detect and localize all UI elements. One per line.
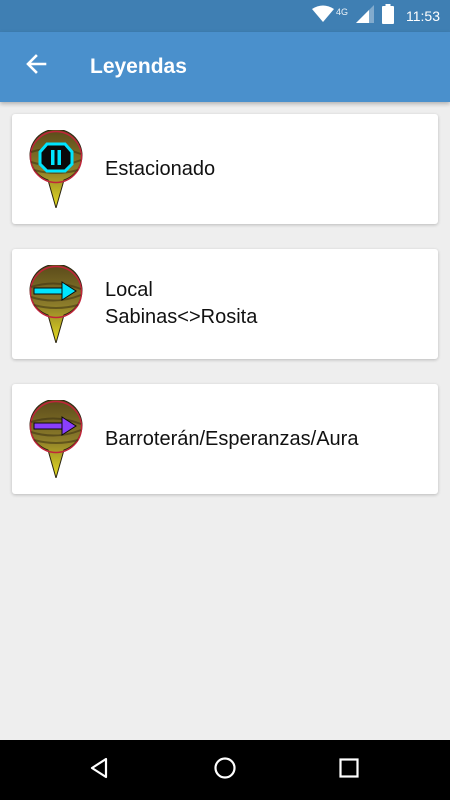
back-triangle-icon [87,756,111,785]
nav-recents-button[interactable] [327,748,371,792]
network-type-label: 4G [335,7,348,17]
nav-back-button[interactable] [77,748,121,792]
status-time: 11:53 [406,8,440,24]
app-bar: Leyendas [0,32,450,102]
home-circle-icon [213,756,237,785]
legend-card-estacionado[interactable]: Estacionado [12,114,438,224]
legend-label-line: Barroterán/Esperanzas/Aura [105,427,359,450]
arrow-back-icon [25,53,47,80]
page-title: Leyendas [90,55,187,78]
legend-label-line: Local [105,279,153,301]
legend-card-barroteran-esperanzas-aura[interactable]: Barroterán/Esperanzas/Aura [12,384,438,494]
pause-pin-icon [29,130,83,208]
legend-label: Barroterán/Esperanzas/Aura [105,384,358,494]
battery-icon [382,3,394,29]
legend-label-line: Sabinas<>Rosita [105,306,258,328]
recents-square-icon [338,757,360,784]
signal-icon [356,4,374,28]
nav-home-button[interactable] [203,748,247,792]
arrow-right-pin-icon [29,400,83,478]
status-bar: 4G 11:53 [0,0,450,32]
arrow-right-pin-icon [29,265,83,343]
back-button[interactable] [14,44,58,88]
navigation-bar [0,740,450,800]
legend-label: Estacionado [105,114,215,224]
legend-card-local-sabinas-rosita[interactable]: Local Sabinas<>Rosita [12,249,438,359]
wifi-icon [311,5,334,28]
status-icons: 4G 11:53 [311,0,440,32]
legend-list: Estacionado Local Sabinas<>Rosita Barrot… [12,114,438,519]
legend-label: Local Sabinas<>Rosita [105,249,257,359]
legend-label-line: Estacionado [105,157,216,180]
